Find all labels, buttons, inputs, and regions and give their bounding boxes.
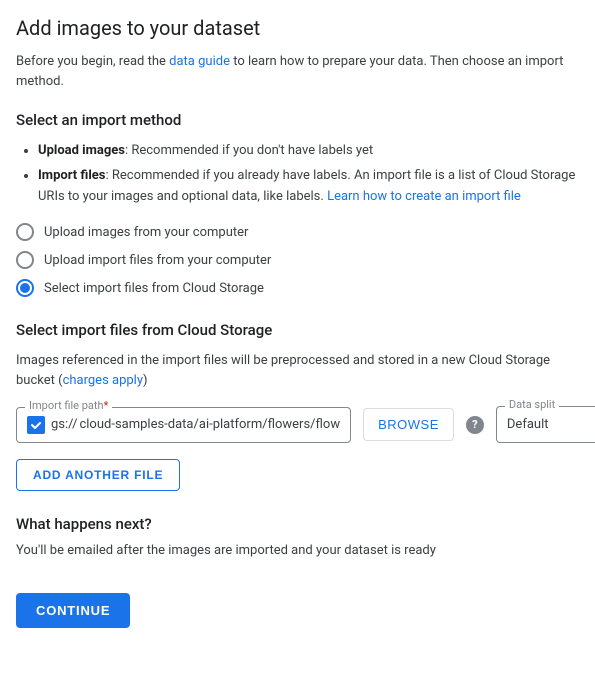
data-split-value: Default (507, 417, 593, 432)
file-path-row: Import file path* gs:// cloud-samples-da… (16, 406, 579, 443)
what-next-title: What happens next? (16, 515, 579, 533)
cloud-storage-desc: Images referenced in the import files wi… (16, 351, 579, 390)
radio-upload-images[interactable]: Upload images from your computer (16, 223, 579, 241)
add-another-file-button[interactable]: ADD ANOTHER FILE (16, 459, 180, 491)
import-file-path-label: Import file path* (25, 399, 112, 412)
bullet-upload-images-desc: : Recommended if you don't have labels y… (125, 143, 373, 158)
cloud-storage-section-title: Select import files from Cloud Storage (16, 321, 579, 339)
bullet-import-files-term: Import files (38, 168, 106, 183)
file-checked-icon (27, 416, 45, 434)
what-next-section: What happens next? You'll be emailed aft… (16, 515, 579, 561)
gs-prefix-text: gs:// (51, 417, 77, 432)
import-file-path-field[interactable]: Import file path* gs:// cloud-samples-da… (16, 407, 351, 443)
radio-input-select-cloud-storage[interactable] (16, 279, 34, 297)
browse-button[interactable]: BROWSE (363, 408, 454, 441)
page-container: Add images to your dataset Before you be… (0, 0, 595, 652)
radio-label-upload-import-files: Upload import files from your computer (44, 253, 271, 268)
page-title: Add images to your dataset (16, 16, 579, 40)
bullet-upload-images: Upload images: Recommended if you don't … (38, 141, 579, 162)
data-guide-link[interactable]: data guide (169, 54, 230, 69)
file-path-value: cloud-samples-data/ai-platform/flowers/f… (79, 417, 340, 432)
learn-import-link[interactable]: Learn how to create an import file (327, 189, 521, 204)
data-split-label: Data split (505, 398, 559, 411)
bullet-upload-images-term: Upload images (38, 143, 125, 158)
radio-select-cloud-storage[interactable]: Select import files from Cloud Storage (16, 279, 579, 297)
required-marker: * (104, 399, 109, 412)
bullet-import-files: Import files: Recommended if you already… (38, 166, 579, 208)
intro-text-before-link: Before you begin, read the (16, 54, 169, 69)
cloud-storage-section: Select import files from Cloud Storage I… (16, 321, 579, 491)
file-path-help-icon[interactable]: ? (466, 416, 484, 434)
data-split-field[interactable]: Data split Default ▾ (496, 406, 595, 443)
continue-button[interactable]: CONTINUE (16, 593, 130, 628)
radio-label-upload-images: Upload images from your computer (44, 225, 248, 240)
radio-upload-import-files[interactable]: Upload import files from your computer (16, 251, 579, 269)
radio-input-upload-images[interactable] (16, 223, 34, 241)
charges-apply-link[interactable]: charges apply (63, 373, 143, 388)
radio-input-upload-import-files[interactable] (16, 251, 34, 269)
radio-label-select-cloud-storage: Select import files from Cloud Storage (44, 281, 264, 296)
import-method-bullets: Upload images: Recommended if you don't … (16, 141, 579, 207)
import-method-radio-group: Upload images from your computer Upload … (16, 223, 579, 297)
cloud-storage-desc-end: ) (143, 373, 148, 388)
import-method-section-title: Select an import method (16, 111, 579, 129)
what-next-desc: You'll be emailed after the images are i… (16, 541, 579, 561)
intro-text: Before you begin, read the data guide to… (16, 52, 579, 91)
field-label-text: Import file path (29, 399, 104, 412)
